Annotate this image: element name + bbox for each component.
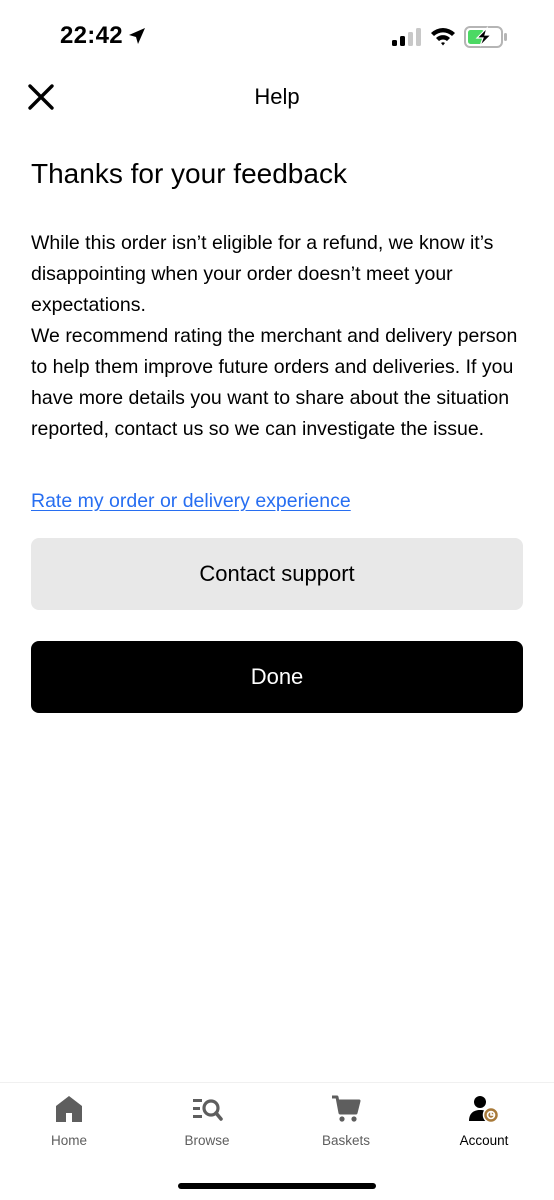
home-icon: [56, 1096, 82, 1122]
wifi-icon: [431, 28, 455, 46]
tab-baskets-label: Baskets: [321, 1133, 371, 1148]
cellular-signal-icon: [392, 28, 421, 46]
tab-browse[interactable]: Browse: [138, 1093, 276, 1159]
tab-home[interactable]: Home: [0, 1093, 138, 1159]
page-title: Thanks for your feedback: [31, 158, 347, 189]
location-arrow-icon: [129, 28, 145, 44]
contact-support-button[interactable]: Contact support: [31, 538, 523, 610]
status-bar: 22:42: [0, 0, 554, 70]
tab-baskets[interactable]: Baskets: [277, 1093, 415, 1159]
tab-browse-label: Browse: [184, 1133, 230, 1148]
status-time: 22:42: [60, 22, 123, 49]
rate-order-link[interactable]: Rate my order or delivery experience: [31, 490, 351, 513]
browse-icon: [193, 1099, 223, 1121]
tab-home-label: Home: [50, 1133, 87, 1148]
feedback-message: While this order isn’t eligible for a re…: [31, 228, 521, 445]
battery-charging-icon: [464, 26, 507, 48]
help-screen: 22:42 Help Thanks for your feedback Whil…: [0, 0, 554, 1200]
account-icon: [469, 1096, 500, 1124]
feedback-paragraph-1: While this order isn’t eligible for a re…: [31, 232, 494, 316]
tab-account[interactable]: Account: [415, 1093, 553, 1159]
header-title: Help: [254, 84, 300, 109]
home-indicator: [178, 1183, 376, 1189]
cart-icon: [332, 1095, 361, 1122]
tab-account-label: Account: [459, 1133, 509, 1148]
done-button[interactable]: Done: [31, 641, 523, 713]
feedback-paragraph-2: We recommend rating the merchant and del…: [31, 325, 518, 440]
